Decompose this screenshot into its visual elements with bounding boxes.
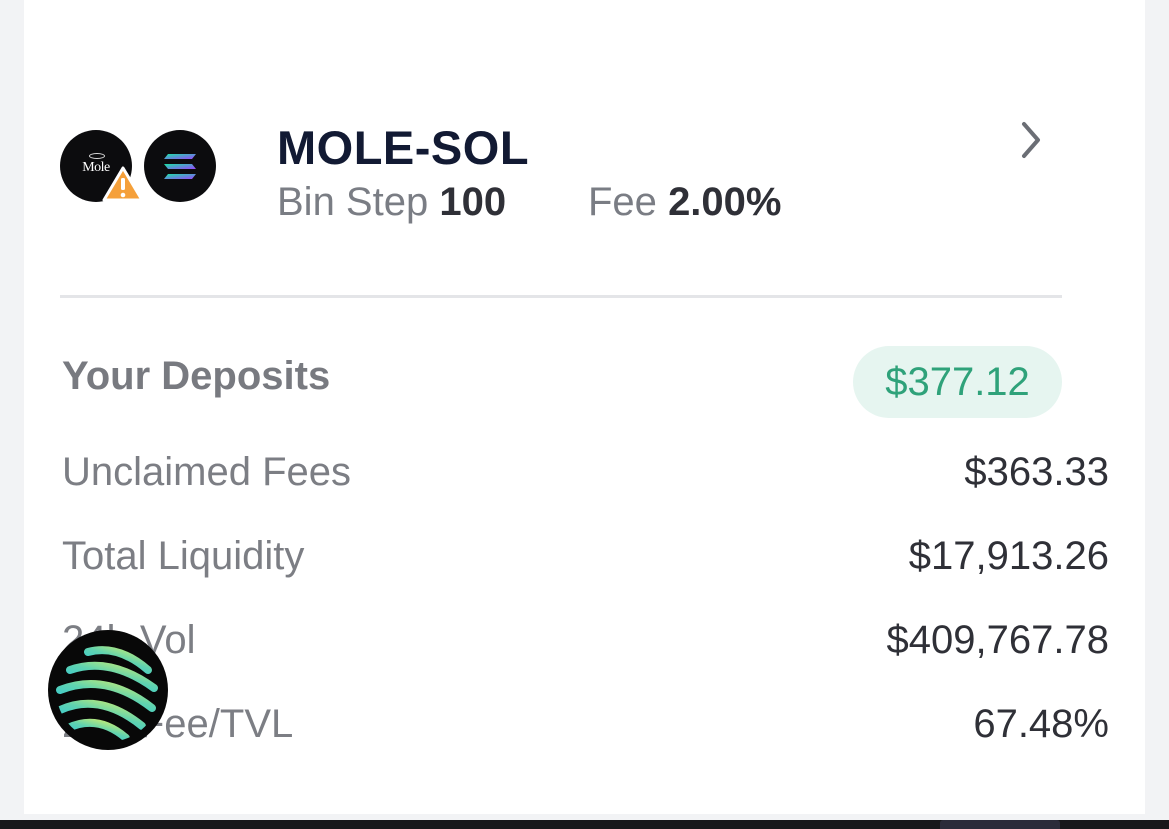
- floating-action-button[interactable]: [48, 630, 168, 750]
- striped-orb-icon: [56, 646, 158, 742]
- deposits-value-badge: $377.12: [853, 346, 1062, 418]
- fee-value: 2.00%: [668, 180, 782, 224]
- solana-token-icon: [144, 130, 216, 202]
- warning-icon: [102, 166, 144, 202]
- deposits-label: Your Deposits: [62, 354, 331, 398]
- total-liquidity-value: $17,913.26: [908, 534, 1109, 578]
- bottom-bar-tab: [940, 820, 1060, 829]
- pool-pair-name: MOLE-SOL: [277, 121, 530, 174]
- total-liquidity-label: Total Liquidity: [62, 534, 305, 578]
- volume-24h-value: $409,767.78: [886, 618, 1109, 662]
- unclaimed-fees-label: Unclaimed Fees: [62, 450, 352, 494]
- divider: [60, 295, 1062, 298]
- fee-tvl-value: 67.48%: [973, 702, 1109, 746]
- fee-info: Fee 2.00%: [588, 180, 781, 225]
- bin-step-info: Bin Step 100: [277, 180, 506, 225]
- mole-halo-icon: [89, 153, 105, 159]
- chevron-right-icon[interactable]: [1015, 118, 1045, 162]
- unclaimed-fees-value: $363.33: [964, 450, 1109, 494]
- bin-step-label: Bin Step: [277, 180, 429, 224]
- fee-label: Fee: [588, 180, 657, 224]
- bin-step-value: 100: [439, 180, 507, 224]
- bottom-bar: [0, 820, 1169, 829]
